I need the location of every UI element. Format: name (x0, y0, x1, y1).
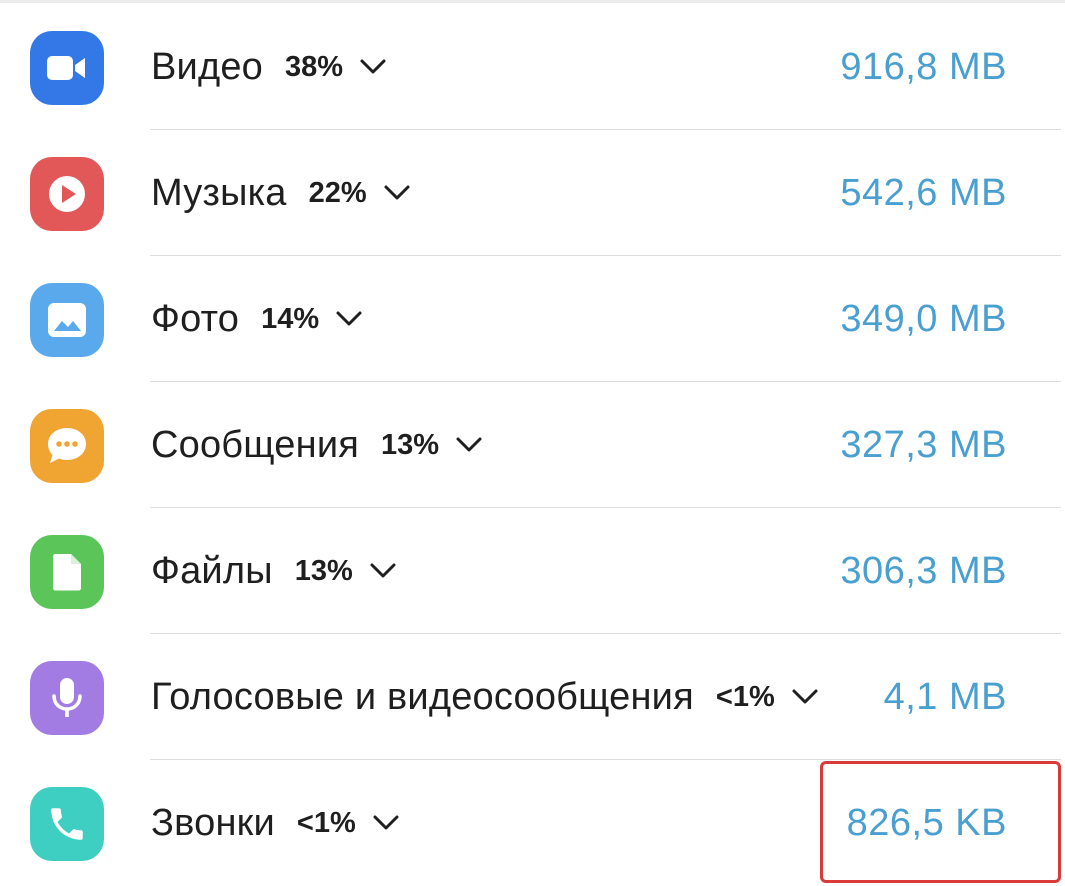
storage-item-label-group: Музыка 22% (151, 130, 411, 256)
storage-item-video[interactable]: Видео 38% 916,8 MB (0, 4, 1065, 130)
highlight-box (820, 761, 1061, 883)
storage-item-label-group: Голосовые и видеосообщения <1% (151, 634, 819, 760)
chevron-down-icon[interactable] (791, 687, 819, 707)
category-name: Фото (151, 297, 240, 340)
category-size: 542,6 MB (840, 171, 1007, 214)
category-name: Видео (151, 45, 264, 88)
category-size: 327,3 MB (840, 423, 1007, 466)
storage-item-files[interactable]: Файлы 13% 306,3 MB (0, 508, 1065, 634)
chevron-down-icon[interactable] (372, 813, 400, 833)
category-size: 306,3 MB (840, 549, 1007, 592)
category-name: Музыка (151, 171, 287, 214)
category-name: Файлы (151, 549, 273, 592)
category-size: 349,0 MB (840, 297, 1007, 340)
storage-item-label-group: Видео 38% (151, 4, 387, 130)
category-name: Сообщения (151, 423, 360, 466)
category-percent: <1% (715, 680, 775, 713)
category-name: Звонки (151, 801, 275, 844)
chevron-down-icon[interactable] (335, 309, 363, 329)
category-percent: 38% (285, 50, 344, 83)
chevron-down-icon[interactable] (383, 183, 411, 203)
category-percent: 22% (308, 176, 367, 209)
chevron-down-icon[interactable] (369, 561, 397, 581)
chevron-down-icon[interactable] (455, 435, 483, 455)
storage-usage-screen: Видео 38% 916,8 MB Музыка 22% 542,6 MB Ф… (0, 0, 1065, 886)
storage-item-label-group: Звонки <1% (151, 760, 400, 886)
category-percent: <1% (296, 806, 356, 839)
chat-bubble-icon (30, 409, 104, 483)
microphone-icon (30, 661, 104, 735)
storage-item-label-group: Файлы 13% (151, 508, 397, 634)
image-icon (30, 283, 104, 357)
category-percent: 13% (381, 428, 440, 461)
category-percent: 14% (261, 302, 320, 335)
storage-item-messages[interactable]: Сообщения 13% 327,3 MB (0, 382, 1065, 508)
storage-item-voice[interactable]: Голосовые и видеосообщения <1% 4,1 MB (0, 634, 1065, 760)
storage-item-photo[interactable]: Фото 14% 349,0 MB (0, 256, 1065, 382)
phone-icon (30, 787, 104, 861)
storage-item-music[interactable]: Музыка 22% 542,6 MB (0, 130, 1065, 256)
category-size: 4,1 MB (883, 675, 1007, 718)
play-icon (30, 157, 104, 231)
storage-item-label-group: Сообщения 13% (151, 382, 483, 508)
chevron-down-icon[interactable] (359, 57, 387, 77)
top-edge (0, 0, 1065, 3)
category-name: Голосовые и видеосообщения (151, 675, 694, 718)
category-size: 916,8 MB (840, 45, 1007, 88)
document-icon (30, 535, 104, 609)
category-percent: 13% (294, 554, 353, 587)
video-camera-icon (30, 31, 104, 105)
storage-item-label-group: Фото 14% (151, 256, 363, 382)
